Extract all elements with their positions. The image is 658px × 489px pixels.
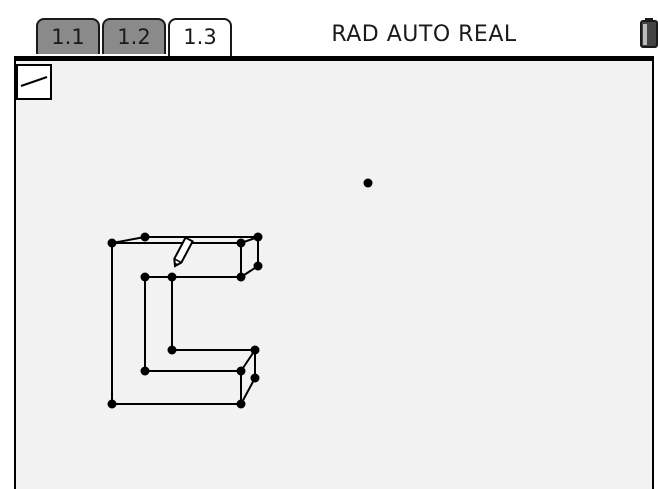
point[interactable]	[236, 399, 246, 409]
point[interactable]	[167, 345, 177, 355]
point[interactable]	[253, 232, 263, 242]
app-frame: 1.1 1.2 1.3 RAD AUTO REAL	[0, 0, 658, 489]
point[interactable]	[250, 345, 260, 355]
point[interactable]	[236, 238, 246, 248]
point[interactable]	[250, 373, 260, 383]
point[interactable]	[107, 238, 117, 248]
point[interactable]	[253, 261, 263, 271]
point[interactable]	[236, 366, 246, 376]
point[interactable]	[140, 366, 150, 376]
point[interactable]	[236, 272, 246, 282]
construction-drawing	[107, 178, 373, 409]
c-shape-lines	[111, 236, 259, 405]
point[interactable]	[167, 272, 177, 282]
point[interactable]	[140, 272, 150, 282]
point[interactable]	[107, 399, 117, 409]
c-shape-points	[107, 232, 263, 409]
free-point[interactable]	[363, 178, 373, 188]
point[interactable]	[140, 232, 150, 242]
